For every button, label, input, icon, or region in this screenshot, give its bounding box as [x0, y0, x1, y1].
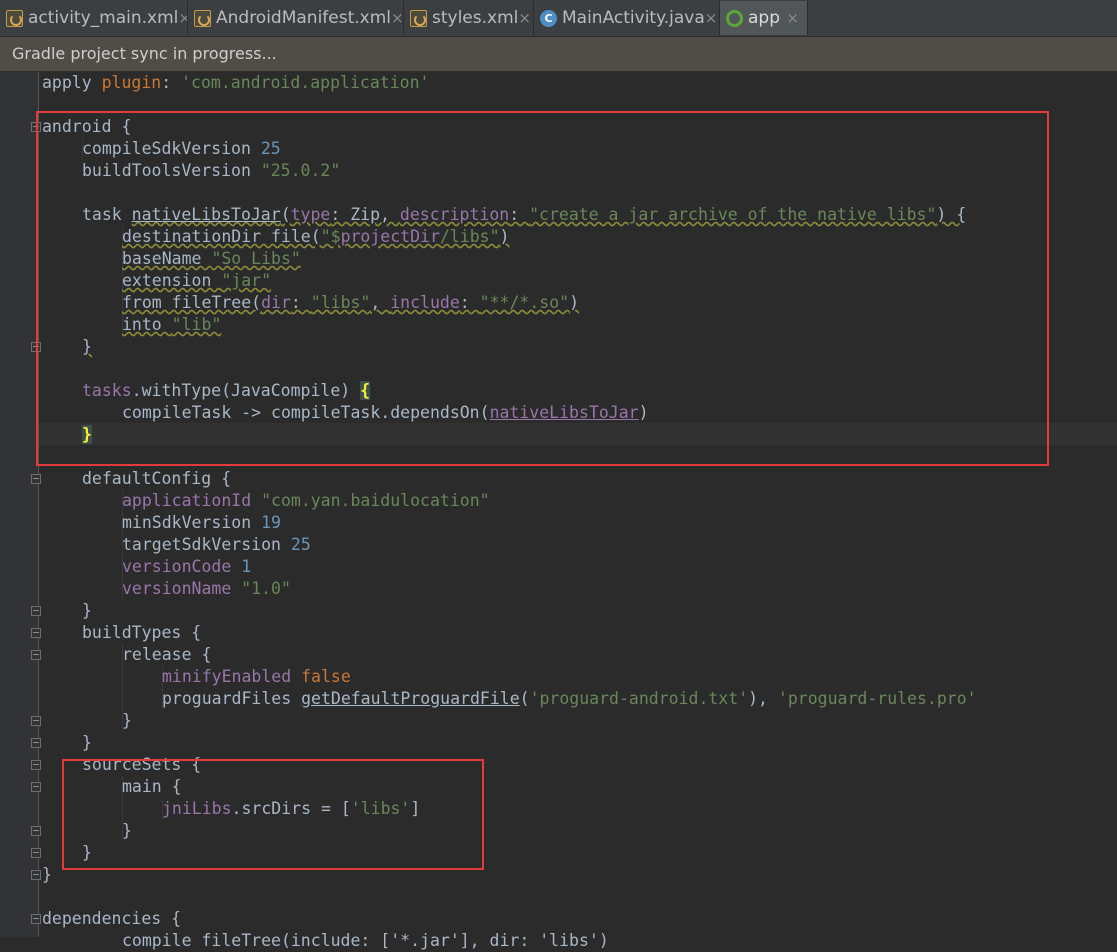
annotation-box-sourcesets — [62, 759, 484, 870]
code-line: } — [42, 865, 52, 884]
fold-marker-icon[interactable] — [31, 760, 41, 770]
code-line: compile fileTree(include: ['*.jar'], dir… — [122, 931, 609, 950]
code-line: apply plugin: 'com.android.application' — [42, 73, 430, 92]
close-tab-icon[interactable]: × — [786, 9, 799, 27]
fold-marker-icon[interactable] — [31, 848, 41, 858]
close-tab-icon[interactable]: × — [178, 9, 187, 27]
xml-file-icon — [410, 9, 427, 27]
code-line: minifyEnabled false — [162, 667, 351, 686]
tab-label: app — [748, 8, 780, 28]
fold-marker-icon[interactable] — [31, 716, 41, 726]
gradle-module-icon — [726, 9, 743, 27]
tab-styles-xml[interactable]: styles.xml × — [404, 1, 534, 35]
tab-main-activity-java[interactable]: C MainActivity.java × — [534, 1, 720, 35]
code-line: proguardFiles getDefaultProguardFile('pr… — [162, 689, 977, 708]
fold-marker-icon[interactable] — [31, 826, 41, 836]
fold-marker-icon[interactable] — [31, 870, 41, 880]
tab-android-manifest-xml[interactable]: AndroidManifest.xml × — [188, 1, 404, 35]
code-line: } — [122, 711, 132, 730]
fold-marker-icon[interactable] — [31, 474, 41, 484]
code-line: } — [82, 601, 92, 620]
fold-marker-icon[interactable] — [31, 606, 41, 616]
code-line: minSdkVersion 19 — [122, 513, 281, 532]
annotation-box-android-block — [36, 111, 1049, 466]
code-line: dependencies { — [42, 909, 182, 928]
xml-file-icon — [6, 9, 23, 27]
tab-activity-main-xml[interactable]: activity_main.xml × — [0, 1, 188, 35]
code-line: } — [82, 733, 92, 752]
fold-marker-icon[interactable] — [31, 914, 41, 924]
fold-marker-icon[interactable] — [31, 650, 41, 660]
fold-marker-icon[interactable] — [31, 738, 41, 748]
gradle-sync-banner: Gradle project sync in progress... — [0, 37, 1117, 71]
code-line: release { — [122, 645, 212, 664]
xml-file-icon — [194, 9, 211, 27]
tab-app-gradle[interactable]: app × — [720, 1, 808, 35]
close-tab-icon[interactable]: × — [518, 9, 531, 27]
code-line: defaultConfig { — [82, 469, 232, 488]
editor-tab-bar: activity_main.xml × AndroidManifest.xml … — [0, 0, 1117, 37]
code-line: versionName "1.0" — [122, 579, 291, 598]
code-line: applicationId "com.yan.baidulocation" — [122, 491, 490, 510]
tab-label: activity_main.xml — [28, 8, 179, 28]
tab-label: styles.xml — [432, 8, 519, 28]
tab-label: AndroidManifest.xml — [216, 8, 392, 28]
code-line: buildTypes { — [82, 623, 202, 642]
code-line: versionCode 1 — [122, 557, 252, 576]
fold-marker-icon[interactable] — [31, 782, 41, 792]
editor-gutter — [0, 72, 38, 937]
close-tab-icon[interactable]: × — [391, 9, 403, 27]
fold-marker-icon[interactable] — [31, 628, 41, 638]
close-tab-icon[interactable]: × — [705, 9, 718, 27]
code-line: targetSdkVersion 25 — [122, 535, 311, 554]
java-class-icon: C — [540, 9, 557, 27]
tab-label: MainActivity.java — [562, 8, 705, 28]
